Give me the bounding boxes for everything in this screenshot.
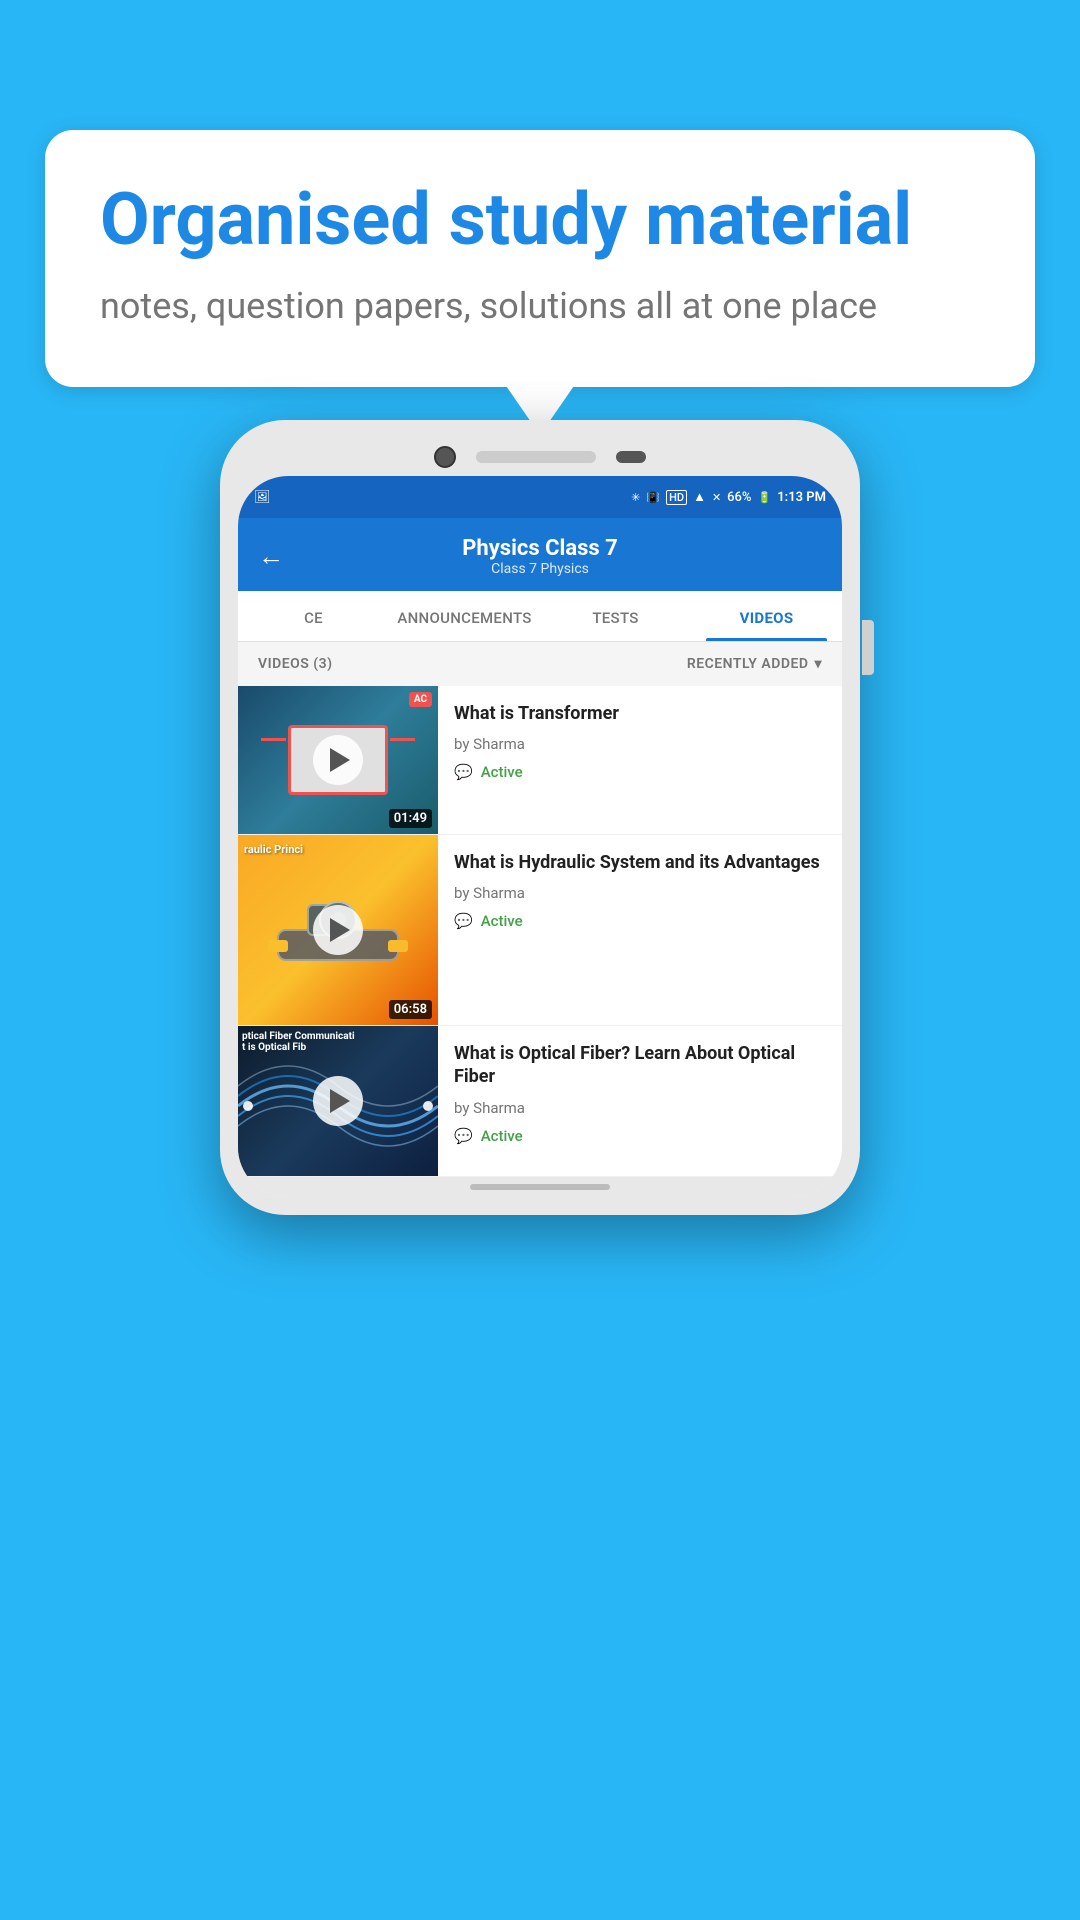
video-info-optical: What is Optical Fiber? Learn About Optic… xyxy=(438,1026,842,1157)
status-label-hydraulic: Active xyxy=(481,912,523,930)
video-author-hydraulic: by Sharma xyxy=(454,884,826,902)
course-subtitle: Class 7 Physics xyxy=(302,561,778,577)
speech-bubble-subtext: notes, question papers, solutions all at… xyxy=(100,281,980,331)
phone-home-btn xyxy=(616,451,646,463)
videos-count: VIDEOS (3) xyxy=(258,656,333,672)
course-title: Physics Class 7 xyxy=(302,536,778,561)
app-bar-title: Physics Class 7 Class 7 Physics xyxy=(302,536,778,577)
sort-label: RECENTLY ADDED xyxy=(687,656,809,672)
play-button-optical[interactable] xyxy=(313,1076,363,1126)
tab-ce[interactable]: CE xyxy=(238,591,389,641)
status-bar: 🖼 ✳ 📳 HD ▲ ✕ 66% 🔋 1:13 PM xyxy=(238,476,842,518)
video-thumbnail-transformer: AC 01:49 xyxy=(238,686,438,834)
status-right-icons: ✳ 📳 HD ▲ ✕ 66% 🔋 1:13 PM xyxy=(631,489,826,505)
phone-mockup: 🖼 ✳ 📳 HD ▲ ✕ 66% 🔋 1:13 PM ← Physics Cla… xyxy=(220,420,860,1215)
video-item-optical[interactable]: ptical Fiber Communicatit is Optical Fib xyxy=(238,1026,842,1177)
image-icon: 🖼 xyxy=(254,490,271,505)
tab-bar: CE ANNOUNCEMENTS TESTS VIDEOS xyxy=(238,591,842,642)
speech-bubble-heading: Organised study material xyxy=(100,180,980,259)
bluetooth-icon: ✳ xyxy=(631,491,640,504)
video-status-hydraulic: 💬 Active xyxy=(454,912,826,930)
hydraulic-thumb-text: raulic Princi xyxy=(244,843,303,856)
home-indicator xyxy=(470,1184,610,1190)
chevron-down-icon: ▾ xyxy=(814,656,822,672)
play-button-transformer[interactable] xyxy=(313,735,363,785)
video-status-optical: 💬 Active xyxy=(454,1127,826,1145)
phone-speaker xyxy=(476,451,596,463)
video-author-optical: by Sharma xyxy=(454,1099,826,1117)
status-label-transformer: Active xyxy=(481,763,523,781)
status-left-icons: 🖼 xyxy=(254,490,271,505)
back-button[interactable]: ← xyxy=(258,541,284,572)
ac-badge: AC xyxy=(409,692,432,707)
phone-side-button xyxy=(862,620,874,675)
network-icon: ✕ xyxy=(712,491,721,504)
app-bar: ← Physics Class 7 Class 7 Physics xyxy=(238,518,842,591)
phone-top-bar xyxy=(238,438,842,476)
chat-icon-transformer: 💬 xyxy=(454,763,473,781)
phone-camera xyxy=(434,446,456,468)
video-duration-transformer: 01:49 xyxy=(389,809,432,828)
chat-icon-hydraulic: 💬 xyxy=(454,912,473,930)
video-author-transformer: by Sharma xyxy=(454,735,826,753)
tab-announcements[interactable]: ANNOUNCEMENTS xyxy=(389,591,540,641)
video-info-hydraulic: What is Hydraulic System and its Advanta… xyxy=(438,835,842,942)
video-list: AC 01:49 What is Transformer by Sharma 💬… xyxy=(238,686,842,1177)
video-info-transformer: What is Transformer by Sharma 💬 Active xyxy=(438,686,842,793)
wifi-icon: ▲ xyxy=(693,489,706,505)
phone-bottom-bar xyxy=(238,1177,842,1197)
chat-icon-optical: 💬 xyxy=(454,1127,473,1145)
video-item-transformer[interactable]: AC 01:49 What is Transformer by Sharma 💬… xyxy=(238,686,842,835)
video-thumbnail-hydraulic: raulic Princi 0 xyxy=(238,835,438,1025)
vibrate-icon: 📳 xyxy=(646,491,660,504)
battery-icon: 🔋 xyxy=(758,491,772,504)
video-duration-hydraulic: 06:58 xyxy=(389,1000,432,1019)
speech-bubble: Organised study material notes, question… xyxy=(45,130,1035,387)
sort-button[interactable]: RECENTLY ADDED ▾ xyxy=(687,656,822,672)
phone-screen: 🖼 ✳ 📳 HD ▲ ✕ 66% 🔋 1:13 PM ← Physics Cla… xyxy=(238,476,842,1197)
video-title-hydraulic: What is Hydraulic System and its Advanta… xyxy=(454,851,826,874)
video-status-transformer: 💬 Active xyxy=(454,763,826,781)
video-thumbnail-optical: ptical Fiber Communicatit is Optical Fib xyxy=(238,1026,438,1176)
video-title-transformer: What is Transformer xyxy=(454,702,826,725)
phone-outer: 🖼 ✳ 📳 HD ▲ ✕ 66% 🔋 1:13 PM ← Physics Cla… xyxy=(220,420,860,1215)
video-title-optical: What is Optical Fiber? Learn About Optic… xyxy=(454,1042,826,1089)
video-item-hydraulic[interactable]: raulic Princi 0 xyxy=(238,835,842,1026)
battery-percent: 66% xyxy=(727,490,751,505)
tab-videos[interactable]: VIDEOS xyxy=(691,591,842,641)
play-button-hydraulic[interactable] xyxy=(313,905,363,955)
clock: 1:13 PM xyxy=(777,490,826,505)
status-label-optical: Active xyxy=(481,1127,523,1145)
videos-header: VIDEOS (3) RECENTLY ADDED ▾ xyxy=(238,642,842,686)
hd-badge: HD xyxy=(666,490,687,505)
tab-tests[interactable]: TESTS xyxy=(540,591,691,641)
